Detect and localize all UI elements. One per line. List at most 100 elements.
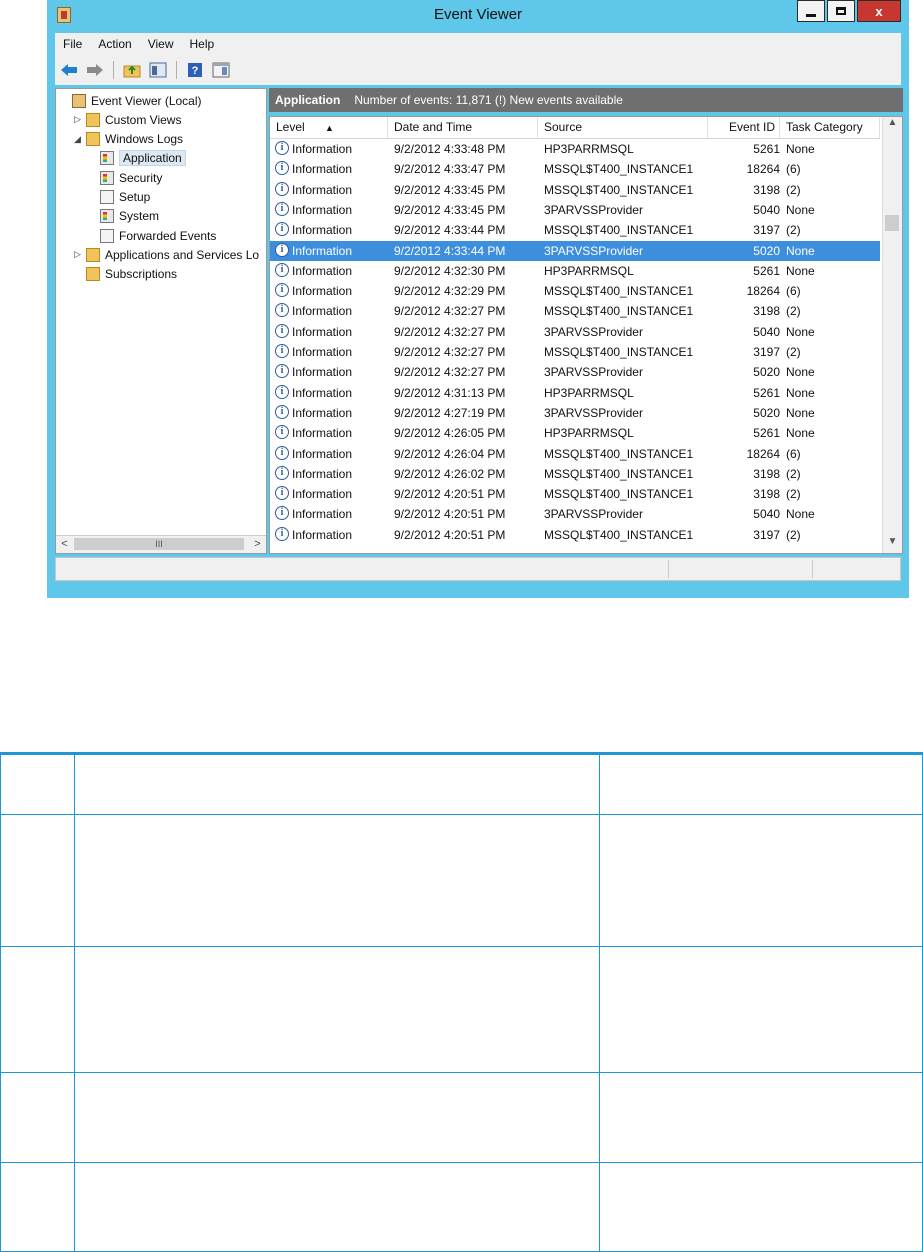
table-column-rule (0, 752, 1, 1252)
information-icon: i (275, 506, 289, 521)
event-row[interactable]: i Information 9/2/2012 4:26:02 PM MSSQL$T40… (270, 464, 880, 484)
event-date-time: 9/2/2012 4:27:19 PM (394, 405, 506, 420)
tree-item-applications-and-services-lo[interactable]: ▷ Applications and Services Lo (74, 245, 259, 264)
event-source: MSSQL$T400_INSTANCE1 (544, 223, 694, 238)
scroll-left-arrow-icon[interactable]: < (56, 536, 73, 552)
event-row[interactable]: i Information 9/2/2012 4:20:51 PM MSSQL$T40… (270, 484, 880, 504)
tree-item-system[interactable]: System (88, 207, 159, 226)
menu-view[interactable]: View (140, 37, 182, 51)
event-source: MSSQL$T400_INSTANCE1 (544, 527, 694, 542)
column-header-date-time[interactable]: Date and Time (388, 117, 538, 138)
tree-item-subscriptions[interactable]: Subscriptions (74, 265, 177, 284)
column-header-event-id[interactable]: Event ID (708, 117, 780, 138)
event-row[interactable]: i Information 9/2/2012 4:32:27 PM 3PARVSSPr… (270, 362, 880, 382)
tree-item-label: Forwarded Events (119, 228, 217, 243)
event-row[interactable]: i Information 9/2/2012 4:32:30 PM HP3PARRMS… (270, 261, 880, 281)
column-header-task-category[interactable]: Task Category (780, 117, 880, 138)
column-header-source[interactable]: Source (538, 117, 708, 138)
tree-item-setup[interactable]: Setup (88, 188, 150, 207)
event-level: Information (292, 162, 353, 177)
tree-item-forwarded-events[interactable]: Forwarded Events (88, 226, 216, 245)
event-id: 5040 (753, 507, 780, 522)
title-bar[interactable]: Event Viewer x (47, 0, 909, 32)
show-hide-tree-button[interactable] (148, 60, 168, 80)
expand-arrow-icon[interactable]: ▷ (74, 249, 86, 260)
table-row-rule (0, 814, 923, 815)
table-column-rule (74, 752, 75, 1252)
event-id: 5020 (753, 405, 780, 420)
event-date-time: 9/2/2012 4:33:44 PM (394, 243, 506, 258)
tree-item-custom-views[interactable]: ▷ Custom Views (74, 110, 181, 129)
information-icon: i (275, 303, 289, 318)
event-row[interactable]: i Information 9/2/2012 4:33:45 PM MSSQL$T40… (270, 180, 880, 200)
folder-icon (86, 132, 100, 147)
event-row[interactable]: i Information 9/2/2012 4:27:19 PM 3PARVSSPr… (270, 403, 880, 423)
menu-help[interactable]: Help (182, 37, 223, 51)
maximize-button[interactable] (827, 0, 855, 22)
event-date-time: 9/2/2012 4:20:51 PM (394, 527, 506, 542)
scroll-down-arrow-icon[interactable]: ▼ (883, 536, 902, 553)
tree-item-event-viewer-local[interactable]: Event Viewer (Local) (60, 91, 202, 110)
tree-item-label: Custom Views (105, 112, 182, 127)
event-row[interactable]: i Information 9/2/2012 4:33:48 PM HP3PARRMS… (270, 139, 880, 159)
event-date-time: 9/2/2012 4:32:29 PM (394, 284, 506, 299)
expand-arrow-icon[interactable]: ▷ (74, 114, 86, 125)
event-row[interactable]: i Information 9/2/2012 4:32:27 PM MSSQL$T40… (270, 342, 880, 362)
back-button[interactable] (59, 60, 79, 80)
event-row[interactable]: i Information 9/2/2012 4:20:51 PM MSSQL$T40… (270, 525, 880, 545)
event-row[interactable]: i Information 9/2/2012 4:33:47 PM MSSQL$T40… (270, 159, 880, 179)
event-row[interactable]: i Information 9/2/2012 4:26:05 PM HP3PARRMS… (270, 423, 880, 443)
event-date-time: 9/2/2012 4:33:48 PM (394, 142, 506, 156)
menu-file[interactable]: File (55, 37, 90, 51)
event-source: MSSQL$T400_INSTANCE1 (544, 162, 694, 177)
event-level: Information (292, 385, 353, 400)
event-task-category: (2) (786, 527, 801, 542)
event-level: Information (292, 527, 353, 542)
event-id: 5261 (753, 385, 780, 400)
event-row[interactable]: i Information 9/2/2012 4:33:44 PM 3PARVSSPr… (270, 240, 880, 261)
event-row[interactable]: i Information 9/2/2012 4:33:44 PM MSSQL$T40… (270, 220, 880, 240)
help-button[interactable]: ? (185, 60, 205, 80)
up-folder-button[interactable] (122, 60, 142, 80)
forward-button[interactable] (85, 60, 105, 80)
scroll-up-arrow-icon[interactable]: ▲ (883, 117, 902, 134)
action-pane-button[interactable] (211, 60, 231, 80)
tree-item-label: Applications and Services Lo (105, 247, 260, 262)
tree-item-label: System (119, 209, 160, 224)
event-date-time: 9/2/2012 4:33:44 PM (394, 223, 506, 238)
events-vertical-scrollbar[interactable]: ▲ ▼ (882, 117, 902, 553)
event-row[interactable]: i Information 9/2/2012 4:32:29 PM MSSQL$T40… (270, 281, 880, 301)
column-header-level[interactable]: Level ▲ (270, 117, 388, 138)
scroll-thumb[interactable]: III (74, 538, 244, 550)
tree-horizontal-scrollbar[interactable]: < III > (56, 535, 266, 553)
event-row[interactable]: i Information 9/2/2012 4:26:04 PM MSSQL$T40… (270, 444, 880, 464)
close-button[interactable]: x (857, 0, 901, 22)
toolbar: ? (55, 55, 901, 85)
event-row[interactable]: i Information 9/2/2012 4:32:27 PM 3PARVSSPr… (270, 322, 880, 342)
event-date-time: 9/2/2012 4:26:04 PM (394, 446, 506, 461)
event-row[interactable]: i Information 9/2/2012 4:33:45 PM 3PARVSSPr… (270, 200, 880, 220)
scroll-thumb[interactable] (885, 215, 899, 231)
event-row[interactable]: i Information 9/2/2012 4:32:27 PM MSSQL$T40… (270, 301, 880, 321)
event-row[interactable]: i Information 9/2/2012 4:20:51 PM 3PARVSSPr… (270, 504, 880, 524)
minimize-button[interactable] (797, 0, 825, 22)
scroll-right-arrow-icon[interactable]: > (249, 536, 266, 552)
event-task-category: (6) (786, 446, 801, 461)
tree-item-security[interactable]: Security (88, 168, 162, 187)
event-id: 5261 (753, 142, 780, 156)
minimize-icon (806, 13, 816, 17)
log-icon (100, 170, 114, 185)
status-divider (812, 560, 813, 578)
event-row[interactable]: i Information 9/2/2012 4:31:13 PM HP3PARRMS… (270, 383, 880, 403)
event-task-category: (2) (786, 182, 801, 197)
expand-arrow-icon[interactable]: ◢ (74, 134, 86, 145)
menu-action[interactable]: Action (90, 37, 139, 51)
event-level: Information (292, 507, 353, 522)
event-source: 3PARVSSProvider (544, 405, 643, 420)
event-source: 3PARVSSProvider (544, 324, 643, 339)
tree-item-application[interactable]: Application (88, 149, 186, 168)
tree-item-windows-logs[interactable]: ◢ Windows Logs (74, 130, 183, 149)
event-date-time: 9/2/2012 4:33:45 PM (394, 202, 506, 217)
information-icon: i (275, 425, 289, 440)
close-icon: x (875, 3, 883, 19)
